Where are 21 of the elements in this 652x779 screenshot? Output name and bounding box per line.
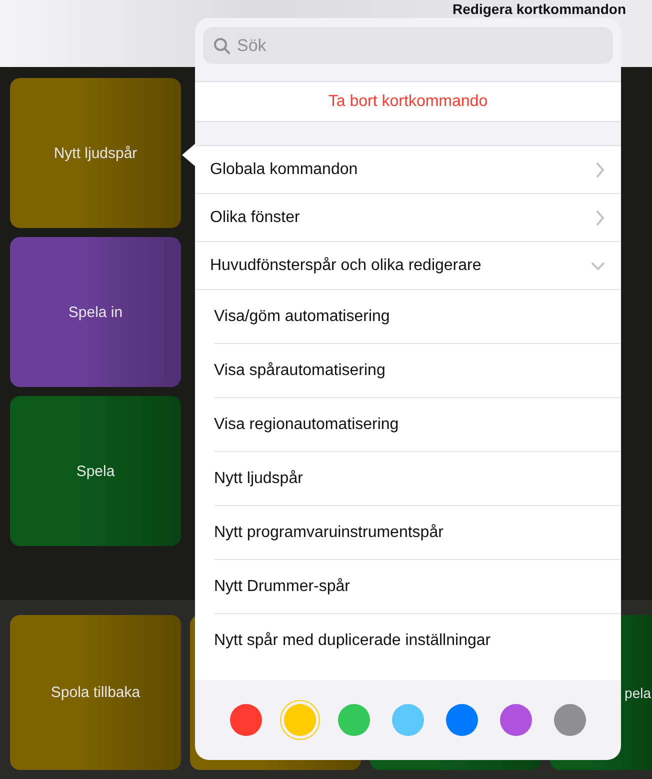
category-label: Globala kommandon: [210, 160, 358, 178]
command-item[interactable]: Visa regionautomatisering: [214, 398, 621, 452]
command-item[interactable]: Nytt spår med duplicerade inställningar: [214, 614, 621, 667]
command-item[interactable]: Nytt programvaruinstrumentspår: [214, 506, 621, 560]
command-item[interactable]: Visa/göm automatisering: [214, 290, 621, 344]
category-row[interactable]: Olika fönster: [195, 194, 621, 242]
category-row[interactable]: Huvudfönsterspår och olika redigerare: [195, 242, 621, 290]
command-item[interactable]: Visa spårautomatisering: [214, 344, 621, 398]
shortcut-tile[interactable]: Spola tillbaka: [10, 615, 181, 770]
shortcut-tile[interactable]: Nytt ljudspår: [10, 78, 181, 228]
category-row[interactable]: Globala kommandon: [195, 146, 621, 194]
command-item[interactable]: Nytt Drummer-spår: [214, 560, 621, 614]
search-icon: [213, 37, 231, 55]
category-label: Olika fönster: [210, 208, 300, 226]
search-field[interactable]: Sök: [203, 27, 613, 64]
screen-title: Redigera kortkommandon: [452, 1, 626, 17]
command-item[interactable]: Nytt ljudspår: [214, 452, 621, 506]
shortcut-tile[interactable]: Spela: [10, 396, 181, 546]
delete-shortcut-button[interactable]: Ta bort kortkommando: [195, 81, 621, 122]
shortcut-tile[interactable]: Spela in: [10, 237, 181, 387]
category-label: Huvudfönsterspår och olika redigerare: [210, 256, 482, 274]
